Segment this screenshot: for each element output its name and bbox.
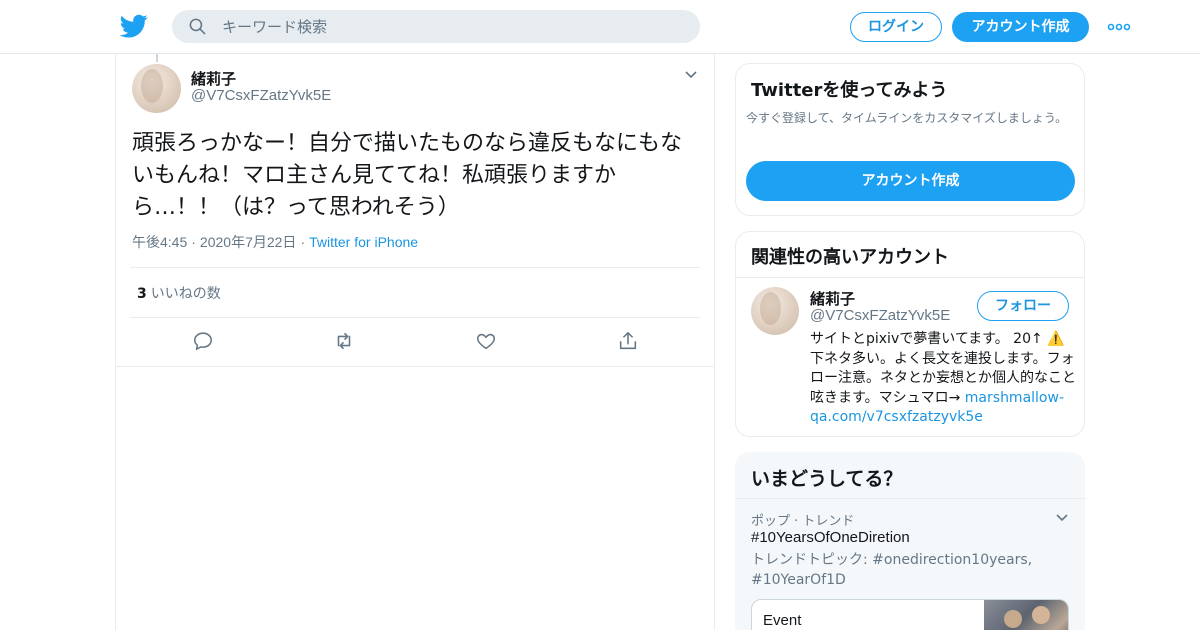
likes-label: いいねの数 [150,286,221,302]
trend-category: ポップ · トレンド [751,514,855,529]
top-navigation-bar: ログイン アカウント作成 [0,0,1200,54]
trend-topic: トレンドトピック: #onedirection10years, #10YearO… [751,552,1033,588]
divider [116,366,714,367]
search-input[interactable] [222,10,682,43]
event-label: Event [763,612,802,629]
search-bar[interactable] [172,10,700,43]
heart-icon[interactable] [475,330,497,352]
related-accounts-card: 関連性の高いアカウント 緒莉子 @V7CsxFZatzYvk5E フォロー サイ… [735,231,1085,437]
event-card[interactable]: Event [751,599,1069,630]
divider [736,277,1084,278]
signup-card-title: Twitterを使ってみよう [751,80,948,101]
divider [130,267,700,268]
search-icon [189,18,206,35]
trends-card: いまどうしてる？ ポップ · トレンド #10YearsOfOneDiretio… [735,452,1086,630]
avatar[interactable] [751,287,799,335]
tweet-source-link[interactable]: Twitter for iPhone [309,234,418,250]
divider [736,498,1086,499]
tweet-time[interactable]: 午後4:45 [132,234,187,250]
reply-icon[interactable] [192,330,214,352]
divider [130,317,700,318]
tweet-date[interactable]: 2020年7月22日 [200,234,297,250]
trend-name[interactable]: #10YearsOfOneDiretion [751,529,910,546]
likes-count[interactable]: 3 いいねの数 [137,283,221,303]
event-thumbnail [984,600,1068,630]
likes-number: 3 [137,286,147,302]
twitter-bird-icon[interactable] [120,12,148,40]
related-accounts-title: 関連性の高いアカウント [751,247,949,268]
share-icon[interactable] [617,330,639,352]
login-button[interactable]: ログイン [850,12,942,42]
tweet-author-handle[interactable]: @V7CsxFZatzYvk5E [191,87,331,104]
trends-title: いまどうしてる？ [751,468,903,490]
signup-button[interactable]: アカウント作成 [952,12,1089,42]
avatar[interactable] [132,64,181,113]
related-account-bio: サイトとpixivで夢書いてます。 20↑ ⚠️下ネタ多い。よく長文を連投します… [810,330,1076,428]
signup-promo-card: Twitterを使ってみよう 今すぐ登録して、タイムラインをカスタマイズしましょ… [735,63,1085,216]
tweet-timestamp: 午後4:45 · 2020年7月22日 · Twitter for iPhone [132,234,419,250]
signup-card-description: 今すぐ登録して、タイムラインをカスタマイズしましょう。 [746,111,1068,125]
tweet-text: 頑張ろっかなー！自分で描いたものなら違反もなにもないもんね！マロ主さん見ててね！… [132,131,683,220]
tweet-action-bar [116,324,714,366]
chevron-down-icon[interactable] [684,70,698,80]
follow-button[interactable]: フォロー [977,291,1069,321]
related-account-name[interactable]: 緒莉子 [810,288,855,309]
signup-card-button[interactable]: アカウント作成 [746,161,1075,201]
thread-connector-line [156,54,158,62]
tweet-author-name[interactable]: 緒莉子 [191,68,236,89]
tweet-detail-column: 緒莉子 @V7CsxFZatzYvk5E 頑張ろっかなー！自分で描いたものなら違… [115,54,715,630]
more-dots-icon[interactable] [1107,20,1131,34]
chevron-down-icon[interactable] [1055,513,1069,523]
related-account-handle[interactable]: @V7CsxFZatzYvk5E [810,307,950,324]
retweet-icon[interactable] [333,330,355,352]
